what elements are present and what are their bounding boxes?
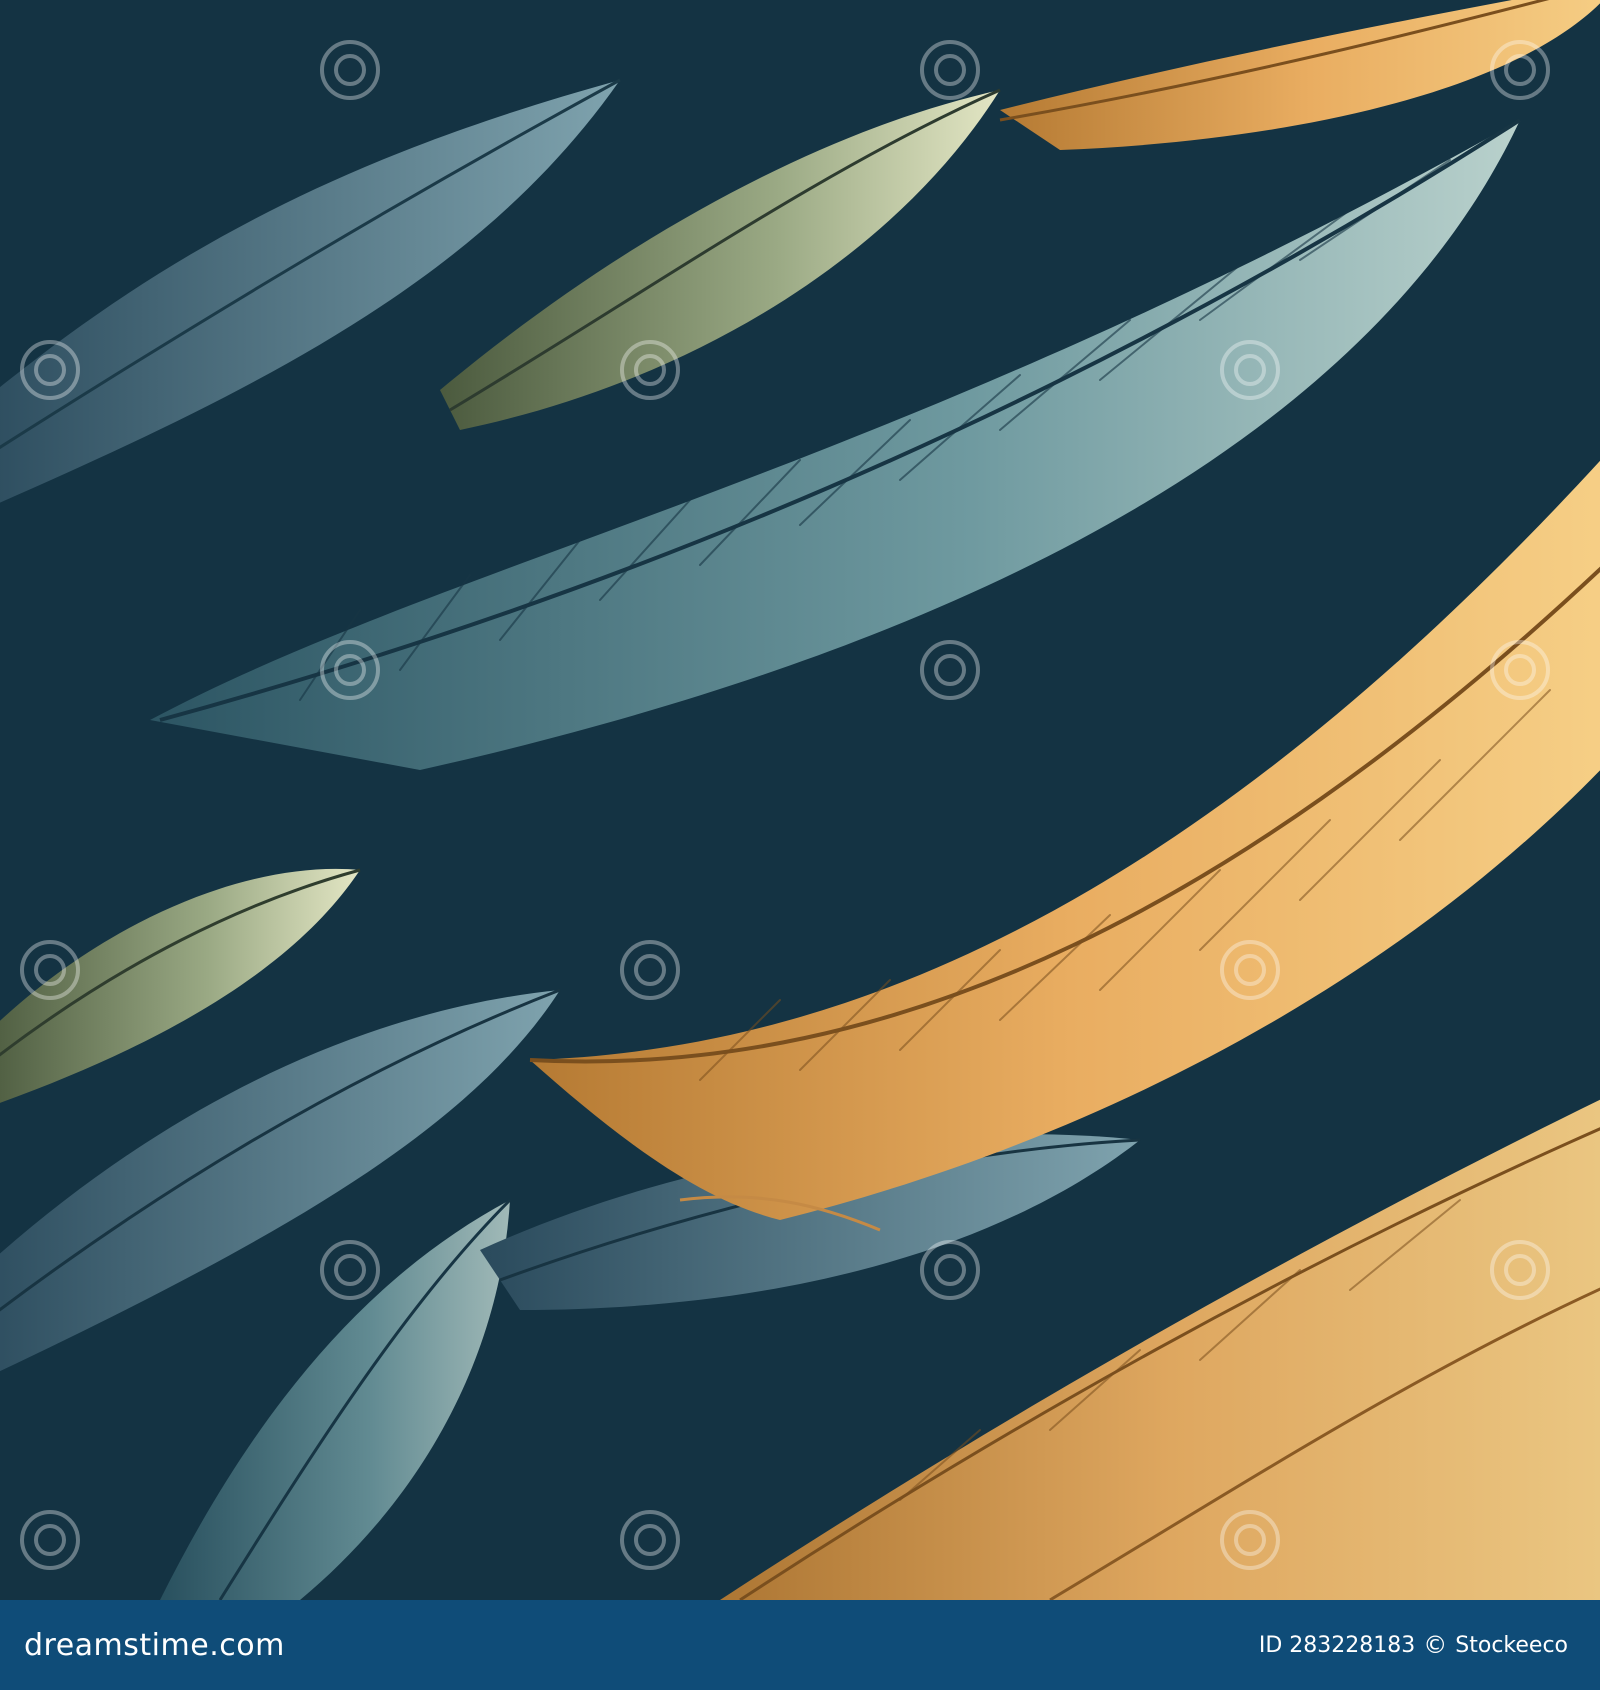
copyright-icon: ©	[1423, 1631, 1448, 1659]
stock-image-page: dreamstime.com ID 283228183 © Stockeeco	[0, 0, 1600, 1690]
site-name: dreamstime.com	[24, 1627, 285, 1663]
author-name: Stockeeco	[1455, 1632, 1568, 1658]
image-credit: ID 283228183 © Stockeeco	[1259, 1631, 1568, 1659]
feather-artwork	[0, 0, 1600, 1600]
stock-footer-bar: dreamstime.com ID 283228183 © Stockeeco	[0, 1600, 1600, 1690]
image-id: ID 283228183	[1258, 1632, 1416, 1658]
